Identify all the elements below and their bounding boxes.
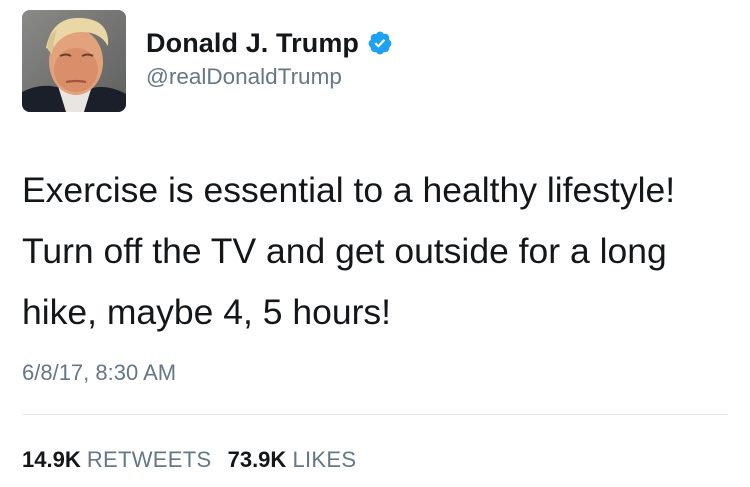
retweets-label: RETWEETS bbox=[86, 447, 212, 472]
tweet-text: Exercise is essential to a healthy lifes… bbox=[22, 170, 676, 332]
tweet-timestamp[interactable]: 6/8/17, 8:30 AM bbox=[22, 360, 176, 386]
likes-count: 73.9K bbox=[227, 447, 287, 472]
likes-stat[interactable]: 73.9K LIKES bbox=[228, 447, 357, 473]
avatar-portrait-icon bbox=[22, 10, 126, 112]
author-handle[interactable]: @realDonaldTrump bbox=[146, 64, 342, 90]
retweets-stat[interactable]: 14.9K RETWEETS bbox=[22, 447, 211, 473]
likes-label: LIKES bbox=[292, 447, 357, 472]
retweets-count: 14.9K bbox=[22, 447, 81, 472]
author-display-name[interactable]: Donald J. Trump bbox=[146, 28, 359, 59]
tweet-stats: 14.9K RETWEETS 73.9K LIKES bbox=[22, 447, 356, 473]
verified-badge-icon bbox=[367, 30, 393, 56]
avatar[interactable] bbox=[22, 10, 126, 112]
tweet-card: Donald J. Trump @realDonaldTrump Exercis… bbox=[0, 0, 750, 487]
author-name-row[interactable]: Donald J. Trump bbox=[146, 26, 393, 60]
divider bbox=[22, 414, 728, 415]
